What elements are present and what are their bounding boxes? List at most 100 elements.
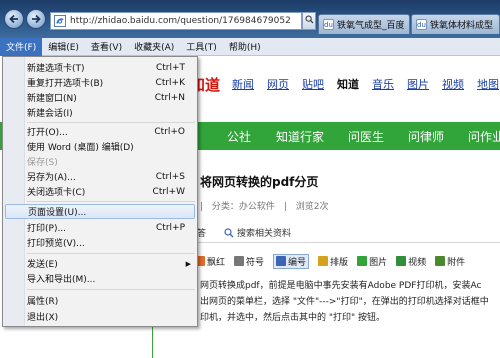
image-icon	[357, 256, 368, 266]
menu-tools[interactable]: 工具(T)	[180, 38, 223, 56]
attachment-button[interactable]: 附件	[435, 255, 465, 268]
file-menu-new-window[interactable]: 新建窗口(N) Ctrl+N	[3, 90, 197, 105]
layout-button[interactable]: 排版	[318, 255, 348, 268]
menu-item-shortcut: Ctrl+O	[154, 126, 185, 137]
green-nav-lawyer[interactable]: 问律师	[408, 128, 444, 145]
tab-label: 铁氧气成型_百度	[337, 21, 405, 31]
file-menu-edit-with-word[interactable]: 使用 Word (桌面) 编辑(D)	[3, 139, 197, 154]
file-menu-duplicate-tab[interactable]: 重复打开选项卡(B) Ctrl+K	[3, 75, 197, 90]
symbol-label: 符号	[246, 257, 265, 268]
file-menu-print[interactable]: 打印(P)... Ctrl+P	[3, 220, 197, 235]
file-menu-close-tab[interactable]: 关闭选项卡(C) Ctrl+W	[3, 184, 197, 199]
nav-tieba[interactable]: 贴吧	[302, 76, 324, 92]
menu-edit[interactable]: 编辑(E)	[42, 38, 85, 56]
nav-web[interactable]: 网页	[267, 76, 289, 92]
menu-item-label: 新建窗口(N)	[27, 94, 77, 104]
search-related-link[interactable]: 搜索相关资料	[237, 226, 291, 239]
nav-news[interactable]: 新闻	[232, 76, 254, 92]
address-dropdown-button[interactable]	[302, 12, 316, 30]
question-meta: | 分类：办公软件 | 浏览2次	[200, 199, 334, 212]
menu-item-label: 保存(S)	[27, 158, 58, 168]
answer-row: 答 搜索相关资料	[197, 226, 291, 239]
file-menu-import-export[interactable]: 导入和导出(M)...	[3, 271, 197, 286]
file-menu-save: 保存(S)	[3, 154, 197, 169]
nav-images[interactable]: 图片	[407, 76, 429, 92]
tab-2[interactable]: du 铁氧体材料成型	[411, 14, 500, 34]
url-text: http://zhidao.baidu.com/question/1769846…	[70, 16, 291, 26]
menu-item-label: 新建会话(I)	[27, 109, 73, 119]
menu-item-label: 打印预览(V)...	[27, 239, 85, 249]
tab-1[interactable]: du 铁氧气成型_百度	[318, 14, 410, 34]
browser-toolbar: http://zhidao.baidu.com/question/1769846…	[0, 0, 500, 38]
menu-item-label: 新建选项卡(T)	[27, 64, 85, 74]
file-menu-print-preview[interactable]: 打印预览(V)...	[3, 235, 197, 250]
attachment-label: 附件	[447, 257, 466, 268]
green-nav-experts[interactable]: 知道行家	[276, 128, 324, 145]
file-menu-open[interactable]: 打开(O)... Ctrl+O	[3, 124, 197, 139]
menu-item-label: 关闭选项卡(C)	[27, 188, 86, 198]
menu-bar: 文件(F) 编辑(E) 查看(V) 收藏夹(A) 工具(T) 帮助(H)	[0, 37, 500, 56]
menu-item-label: 打开(O)...	[27, 128, 68, 138]
menu-view[interactable]: 查看(V)	[85, 38, 128, 56]
menu-item-shortcut: Ctrl+N	[154, 92, 185, 103]
file-menu-properties[interactable]: 属性(R)	[3, 293, 197, 308]
top-nav: 新闻 网页 贴吧 知道 音乐 图片 视频 地图 百科	[232, 76, 500, 92]
menu-item-label: 另存为(A)...	[27, 173, 76, 183]
forward-button[interactable]	[26, 9, 46, 29]
symbol-icon	[234, 256, 245, 266]
divider	[195, 242, 500, 243]
meta-category[interactable]: 分类：办公软件	[212, 202, 275, 212]
file-menu-new-session[interactable]: 新建会话(I)	[3, 105, 197, 120]
menu-item-label: 导入和导出(M)...	[27, 275, 96, 285]
menu-separator	[27, 122, 195, 123]
layout-icon	[318, 256, 329, 266]
file-menu-save-as[interactable]: 另存为(A)... Ctrl+S	[3, 169, 197, 184]
file-menu-send[interactable]: 发送(E) ▶	[3, 256, 197, 271]
nav-music[interactable]: 音乐	[372, 76, 394, 92]
answer-line: 印机，并选中，然后点击其中的 "打印" 按钮。	[200, 313, 386, 323]
address-bar[interactable]: http://zhidao.baidu.com/question/1769846…	[50, 12, 302, 30]
menu-favorites[interactable]: 收藏夹(A)	[128, 38, 180, 56]
numbering-button[interactable]: 编号	[273, 253, 310, 269]
menu-item-shortcut: Ctrl+T	[155, 62, 185, 73]
editor-toolbar: 飘红 符号 编号 排版 图片 视频 附件	[195, 252, 500, 270]
forward-arrow-icon	[32, 14, 41, 24]
menu-item-shortcut: Ctrl+P	[156, 222, 185, 233]
menu-help[interactable]: 帮助(H)	[223, 38, 267, 56]
question-title: 将网页转换的pdf分页	[200, 175, 319, 189]
symbol-button[interactable]: 符号	[234, 255, 264, 268]
video-label: 视频	[408, 257, 427, 268]
image-button[interactable]: 图片	[357, 255, 387, 268]
menu-item-label: 打印(P)...	[27, 224, 67, 234]
answer-text: 网页转换成pdf，前提是电脑中事先安装有Adobe PDF打印机，安装Ac 出网…	[200, 278, 500, 326]
file-menu-exit[interactable]: 退出(X)	[3, 309, 197, 324]
image-label: 图片	[369, 257, 388, 268]
nav-map[interactable]: 地图	[477, 76, 499, 92]
nav-video[interactable]: 视频	[442, 76, 464, 92]
highlight-button[interactable]: 飘红	[195, 255, 225, 268]
meta-separator: |	[200, 202, 204, 212]
video-button[interactable]: 视频	[396, 255, 426, 268]
paw-icon: du	[323, 19, 334, 30]
meta-views: 浏览2次	[295, 202, 329, 212]
file-menu-new-tab[interactable]: 新建选项卡(T) Ctrl+T	[3, 60, 197, 75]
green-nav-doctor[interactable]: 问医生	[348, 128, 384, 145]
file-menu-page-setup[interactable]: 页面设置(U)...	[5, 204, 195, 219]
numbering-label: 编号	[288, 257, 307, 268]
menu-separator	[27, 201, 195, 202]
highlight-label: 飘红	[207, 257, 226, 268]
green-nav-community[interactable]: 公社	[227, 128, 251, 145]
search-icon	[224, 227, 234, 238]
menu-item-label: 发送(E)	[27, 260, 58, 270]
answer-line: 出网页的菜单栏，选择 "文件"--->"打印"，在弹出的打印机选择对话框中	[200, 297, 489, 307]
search-icon	[305, 15, 314, 27]
menu-item-label: 页面设置(U)...	[28, 208, 87, 218]
meta-separator: |	[283, 202, 287, 212]
menu-item-label: 属性(R)	[27, 297, 59, 307]
nav-zhidao[interactable]: 知道	[337, 76, 359, 92]
back-arrow-icon	[9, 14, 18, 24]
green-nav-homework[interactable]: 问作业	[468, 128, 500, 145]
menu-separator	[27, 289, 195, 290]
menu-file[interactable]: 文件(F)	[0, 37, 43, 56]
back-button[interactable]	[4, 9, 24, 29]
